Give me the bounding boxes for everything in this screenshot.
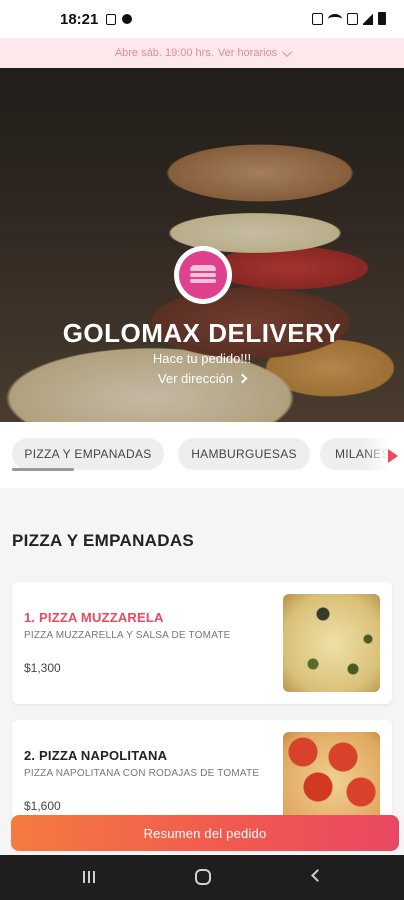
order-summary-button[interactable]: Resumen del pedido (11, 815, 399, 851)
product-price: $1,300 (24, 661, 61, 675)
see-schedule-link[interactable]: Ver horarios (217, 46, 293, 59)
product-name: 1. PIZZA MUZZARELA (24, 610, 164, 625)
see-schedule-label: Ver horarios (217, 47, 278, 59)
chevron-right-icon (237, 373, 248, 384)
active-tab-indicator (12, 468, 74, 471)
notification-icon (106, 13, 117, 25)
product-price: $1,600 (24, 799, 61, 813)
product-description: PIZZA NAPOLITANA CON RODAJAS DE TOMATE (24, 768, 260, 779)
data-icon (347, 12, 358, 25)
battery-icon (378, 12, 386, 25)
hero-banner: GOLOMAX DELIVERY Hace tu pedido!!! Ver d… (0, 68, 404, 422)
opening-hours-text: Abre sáb. 19:00 hrs. (114, 47, 214, 59)
status-icons (312, 12, 386, 25)
tab-pizza-y-empanadas[interactable]: PIZZA Y EMPANADAS (12, 438, 164, 470)
hours-bar: Abre sáb. 19:00 hrs. Ver horarios (0, 38, 404, 68)
tab-hamburguesas[interactable]: HAMBURGUESAS (178, 438, 310, 470)
see-address-label: Ver dirección (157, 371, 234, 386)
section-title: PIZZA Y EMPANADAS (12, 531, 195, 550)
product-image (283, 594, 380, 692)
product-card[interactable]: 1. PIZZA MUZZARELA PIZZA MUZZARELLA Y SA… (12, 582, 392, 704)
wifi-icon (328, 13, 342, 24)
home-icon[interactable] (195, 869, 211, 885)
status-time: 18:21 (60, 10, 99, 28)
product-description: PIZZA MUZZARELLA Y SALSA DE TOMATE (24, 630, 231, 641)
alarm-icon (312, 12, 323, 25)
store-logo (174, 246, 232, 304)
hero-image (0, 68, 404, 422)
settings-notification-icon (122, 14, 133, 24)
back-icon[interactable] (311, 869, 324, 882)
tabs-fade (364, 436, 404, 472)
product-name: 2. PIZZA NAPOLITANA (24, 748, 168, 763)
see-address-link[interactable]: Ver dirección (0, 371, 404, 386)
store-name: GOLOMAX DELIVERY (62, 318, 342, 348)
system-nav-bar (0, 855, 404, 900)
recents-icon[interactable] (83, 871, 97, 883)
chevron-down-icon (282, 46, 293, 57)
category-tabs: PIZZA Y EMPANADAS HAMBURGUESAS MILANESAS (0, 422, 404, 488)
signal-icon (363, 12, 373, 25)
store-tagline: Hace tu pedido!!! (152, 351, 252, 366)
scroll-right-arrow-icon[interactable] (388, 449, 398, 463)
burger-logo-icon (179, 251, 227, 299)
status-bar: 18:21 (0, 0, 404, 38)
